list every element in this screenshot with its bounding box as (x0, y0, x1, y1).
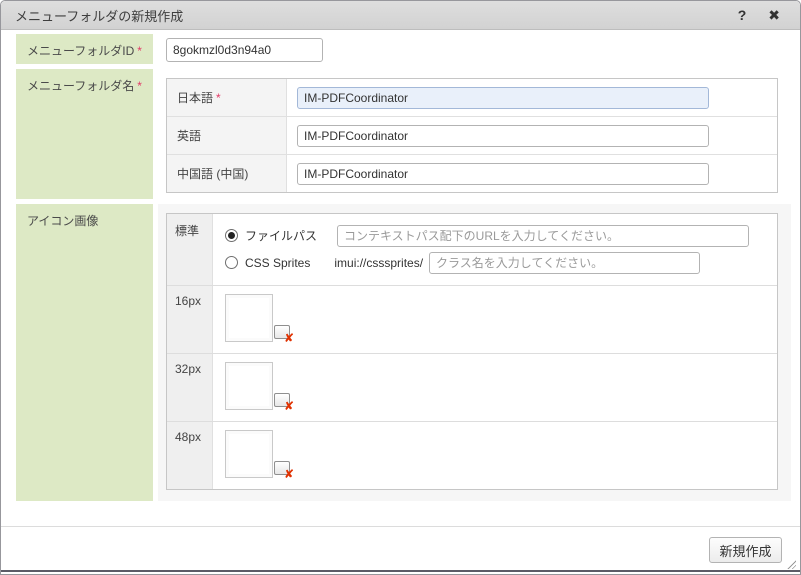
icon-32px-row: 32px ✘ (167, 353, 777, 421)
folder-name-table: 日本語* 英語 中国語 (中国) (166, 78, 778, 193)
english-name-input[interactable] (297, 125, 709, 147)
name-row-english: 英語 (167, 116, 777, 154)
footer-separator (1, 526, 800, 527)
required-mark: * (137, 44, 142, 58)
icon-image-table: 標準 ファイルパス CSS Sprites imui://csssprites/… (166, 213, 778, 490)
japanese-name-input[interactable] (297, 87, 709, 109)
icon-48px-label: 48px (167, 422, 213, 489)
name-row-chinese: 中国語 (中国) (167, 154, 777, 192)
icon-32px-label: 32px (167, 354, 213, 421)
required-mark: * (216, 91, 221, 105)
delete-icon: ✘ (284, 400, 294, 412)
japanese-label: 日本語* (167, 79, 287, 116)
delete-48px-icon-button[interactable]: ✘ (274, 461, 290, 475)
icon-16px-label: 16px (167, 286, 213, 353)
icon-32px-preview (225, 362, 273, 410)
name-row-japanese: 日本語* (167, 79, 777, 116)
css-sprites-radio[interactable] (225, 256, 238, 269)
dialog-title: メニューフォルダの新規作成 (15, 6, 183, 25)
delete-icon: ✘ (284, 332, 294, 344)
icon-48px-preview (225, 430, 273, 478)
close-icon[interactable]: ✖ (768, 8, 780, 22)
folder-name-label: メニューフォルダ名* (16, 69, 153, 199)
help-icon[interactable]: ? (738, 8, 747, 22)
delete-32px-icon-button[interactable]: ✘ (274, 393, 290, 407)
dialog-titlebar: メニューフォルダの新規作成 ? ✖ (1, 1, 800, 30)
folder-id-label: メニューフォルダID* (16, 34, 153, 64)
file-path-input[interactable] (337, 225, 749, 247)
dialog-bottom-edge (1, 570, 800, 572)
standard-label: 標準 (167, 214, 213, 285)
icon-48px-row: 48px ✘ (167, 421, 777, 489)
new-menu-folder-dialog: メニューフォルダの新規作成 ? ✖ メニューフォルダID* メニューフォルダ名*… (0, 0, 801, 575)
create-button[interactable]: 新規作成 (709, 537, 782, 563)
delete-icon: ✘ (284, 468, 294, 480)
folder-id-input[interactable] (166, 38, 323, 62)
file-path-radio[interactable] (225, 229, 238, 242)
css-sprites-radio-label[interactable]: CSS Sprites (245, 256, 310, 270)
icon-image-label: アイコン画像 (16, 204, 153, 501)
resize-handle[interactable] (786, 559, 796, 569)
chinese-label: 中国語 (中国) (167, 155, 287, 192)
css-sprites-prefix: imui://csssprites/ (334, 256, 423, 270)
chinese-name-input[interactable] (297, 163, 709, 185)
icon-standard-row: 標準 ファイルパス CSS Sprites imui://csssprites/ (167, 214, 777, 285)
css-sprites-class-input (429, 252, 700, 274)
icon-16px-preview (225, 294, 273, 342)
delete-16px-icon-button[interactable]: ✘ (274, 325, 290, 339)
file-path-radio-label[interactable]: ファイルパス (245, 227, 317, 244)
required-mark: * (137, 79, 142, 93)
icon-16px-row: 16px ✘ (167, 285, 777, 353)
english-label: 英語 (167, 117, 287, 154)
titlebar-icons: ? ✖ (738, 8, 786, 22)
